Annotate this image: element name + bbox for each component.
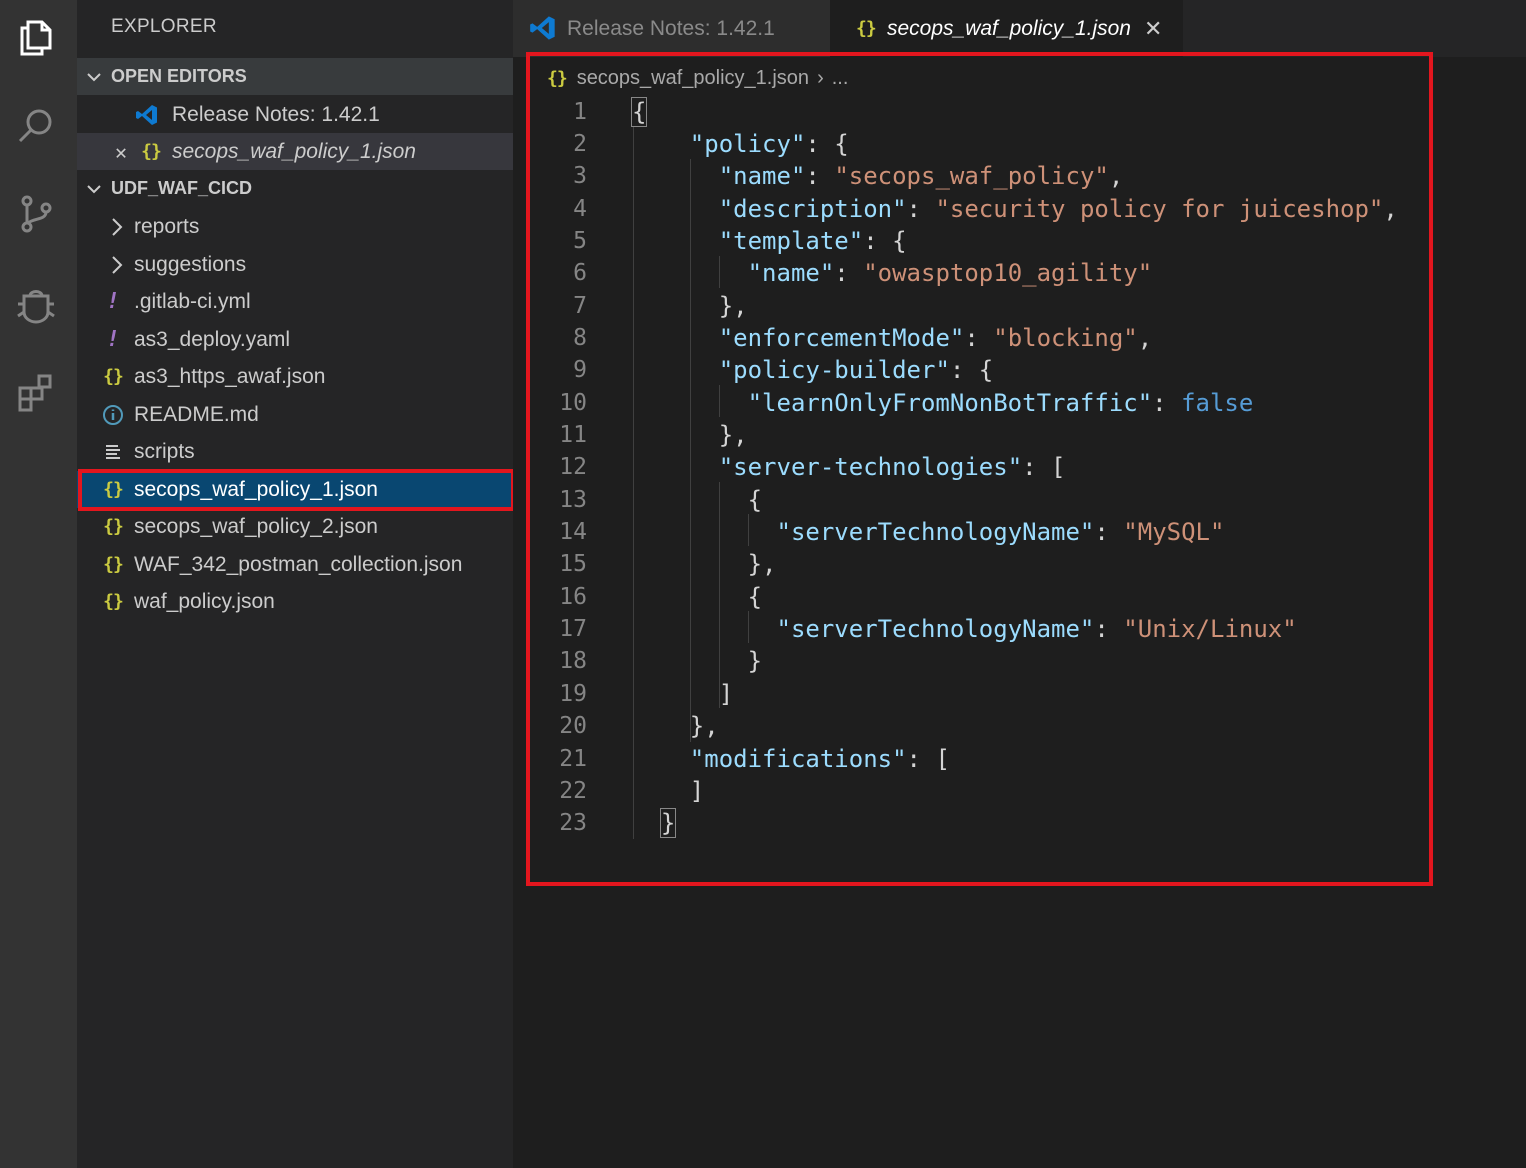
json-icon: {}	[103, 591, 124, 612]
debug-icon[interactable]	[10, 278, 62, 330]
tab-label: Release Notes: 1.42.1	[567, 16, 775, 40]
close-icon[interactable]: ✕	[109, 140, 133, 164]
tree-item-label: suggestions	[134, 252, 247, 276]
extensions-icon[interactable]	[10, 366, 62, 418]
chevron-right-icon	[112, 217, 123, 236]
sidebar-title: EXPLORER	[111, 16, 217, 37]
tree-item-label: as3_https_awaf.json	[134, 364, 326, 388]
tree-item-file[interactable]: ! as3_deploy.yaml	[77, 321, 513, 358]
source-control-icon[interactable]	[10, 188, 62, 240]
open-editor-label: secops_waf_policy_1.json	[172, 139, 416, 163]
tree-item-file[interactable]: {} secops_waf_policy_2.json	[77, 508, 513, 545]
yaml-icon: !	[106, 289, 120, 314]
tree-item-label: reports	[134, 214, 200, 238]
info-icon	[103, 404, 123, 425]
json-icon: {}	[856, 18, 877, 39]
tab-secops-waf-policy-1[interactable]: {} secops_waf_policy_1.json ✕	[830, 0, 1183, 57]
workspace-label: UDF_WAF_CICD	[111, 178, 253, 198]
tree-item-label: WAF_342_postman_collection.json	[134, 552, 463, 576]
json-icon: {}	[103, 516, 124, 537]
open-editor-item[interactable]: ✕ {} secops_waf_policy_1.json	[77, 133, 513, 170]
tree-item-file[interactable]: {} waf_policy.json	[77, 583, 513, 620]
tab-bar: Release Notes: 1.42.1 {} secops_waf_poli…	[513, 0, 1526, 57]
yaml-icon: !	[106, 327, 120, 352]
tree-item-folder[interactable]: suggestions	[77, 246, 513, 283]
close-icon[interactable]: ✕	[1144, 16, 1162, 42]
tree-item-file[interactable]: README.md	[77, 396, 513, 433]
json-icon: {}	[141, 141, 162, 162]
editor-highlight-box	[526, 52, 1433, 886]
search-icon[interactable]	[10, 100, 62, 152]
vscode-logo-icon	[135, 103, 159, 127]
open-editor-item[interactable]: Release Notes: 1.42.1	[77, 96, 513, 133]
tree-item-label: as3_deploy.yaml	[134, 327, 291, 351]
json-icon: {}	[103, 554, 124, 575]
tree-item-label: secops_waf_policy_2.json	[134, 514, 378, 538]
tree-item-label: scripts	[134, 439, 195, 463]
tab-release-notes[interactable]: Release Notes: 1.42.1	[513, 0, 830, 57]
tree-item-file[interactable]: {} as3_https_awaf.json	[77, 358, 513, 395]
selection-highlight-box	[78, 469, 515, 511]
tree-item-label: waf_policy.json	[134, 589, 275, 613]
vscode-logo-icon	[529, 14, 557, 42]
activity-bar	[0, 0, 77, 1168]
tab-label: secops_waf_policy_1.json	[887, 16, 1131, 40]
json-icon: {}	[103, 366, 124, 387]
chevron-right-icon	[112, 255, 123, 274]
workspace-header[interactable]: UDF_WAF_CICD	[77, 170, 513, 207]
chevron-down-icon	[87, 184, 101, 193]
tree-item-label: .gitlab-ci.yml	[134, 289, 251, 313]
explorer-sidebar: EXPLORER OPEN EDITORS Release Notes: 1.4…	[77, 0, 513, 1168]
chevron-down-icon	[87, 72, 101, 81]
tree-item-file[interactable]: scripts	[77, 433, 513, 470]
explorer-files-icon[interactable]	[10, 12, 62, 64]
open-editor-label: Release Notes: 1.42.1	[172, 102, 380, 126]
tree-item-file[interactable]: {} WAF_342_postman_collection.json	[77, 546, 513, 583]
tree-item-folder[interactable]: reports	[77, 208, 513, 245]
tree-item-label: README.md	[134, 402, 259, 426]
open-editors-header[interactable]: OPEN EDITORS	[77, 58, 513, 95]
tree-item-file[interactable]: ! .gitlab-ci.yml	[77, 283, 513, 320]
text-file-icon	[106, 444, 120, 459]
open-editors-label: OPEN EDITORS	[111, 66, 247, 86]
